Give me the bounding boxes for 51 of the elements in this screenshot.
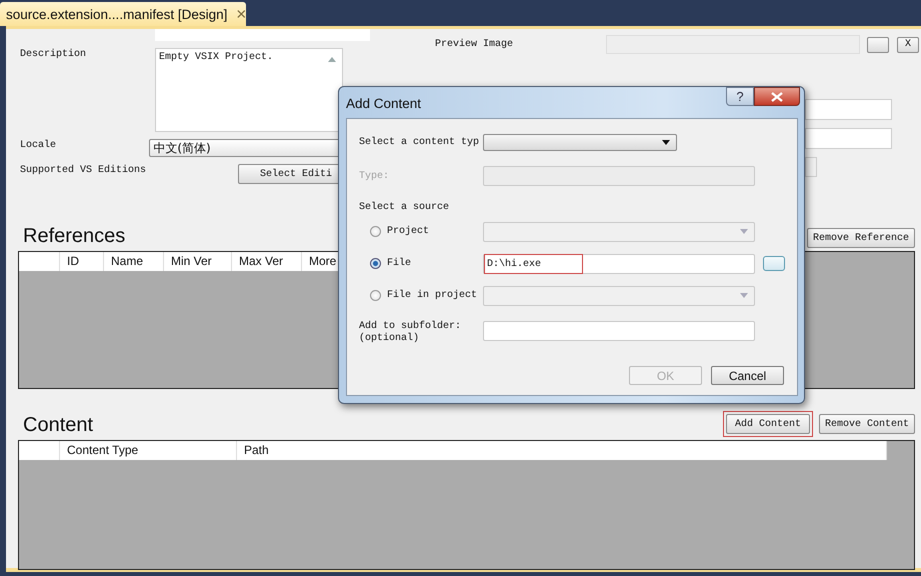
radio-button[interactable] <box>370 290 381 301</box>
content-heading: Content <box>23 413 94 437</box>
dropdown[interactable] <box>805 157 817 177</box>
locale-label: Locale <box>19 139 58 153</box>
remove-content-button[interactable]: Remove Content <box>818 414 915 434</box>
subfolder-label: Add to subfolder: (optional) <box>359 321 462 345</box>
dropdown-arrow-icon <box>740 229 748 234</box>
text-field[interactable] <box>805 99 892 120</box>
close-icon <box>771 92 783 102</box>
browse-button[interactable] <box>867 36 889 52</box>
file-path-text: D:\hi.exe <box>484 254 583 274</box>
radio-label: File <box>387 258 412 269</box>
source-label: Select a source <box>359 202 450 212</box>
column-header[interactable]: Path <box>237 441 887 460</box>
type-field[interactable] <box>483 166 755 186</box>
browse-button[interactable] <box>763 256 785 271</box>
version-field[interactable] <box>155 29 370 41</box>
close-button[interactable] <box>754 87 800 106</box>
subfolder-field[interactable] <box>483 321 755 341</box>
source-dropdown[interactable] <box>483 222 755 242</box>
type-label: Type: <box>359 170 390 182</box>
description-label: Description <box>19 48 88 62</box>
help-button[interactable]: ? <box>726 87 754 106</box>
radio-button[interactable] <box>370 226 381 237</box>
dropdown-arrow-icon <box>662 140 670 144</box>
close-icon[interactable] <box>237 9 246 19</box>
source-dropdown[interactable] <box>483 286 755 306</box>
clear-button[interactable]: X <box>897 36 919 52</box>
radio-label: Project <box>387 226 430 237</box>
preview-image-label: Preview Image <box>434 39 514 50</box>
remove-reference-button[interactable]: Remove Reference <box>806 228 915 248</box>
dialog-title: Add Content <box>346 96 422 111</box>
column-header[interactable]: Content Type <box>60 441 237 460</box>
column-header[interactable]: Max Ver <box>232 252 302 271</box>
description-field[interactable]: Empty VSIX Project. <box>155 48 343 132</box>
references-heading: References <box>23 224 126 248</box>
scroll-up-icon[interactable] <box>328 57 336 62</box>
column-header[interactable]: ID <box>60 252 104 271</box>
radio-label: File in project <box>387 290 478 301</box>
description-text: Empty VSIX Project. <box>159 52 274 63</box>
text-field[interactable] <box>805 128 892 149</box>
dropdown-arrow-icon <box>740 293 748 298</box>
cancel-button[interactable]: Cancel <box>711 366 784 385</box>
column-header[interactable]: Min Ver <box>164 252 232 271</box>
radio-button[interactable] <box>370 258 381 269</box>
editions-label: Supported VS Editions <box>19 164 148 178</box>
column-header[interactable]: Name <box>104 252 164 271</box>
file-path-field[interactable]: D:\hi.exe <box>483 254 755 274</box>
document-tab[interactable]: source.extension....manifest [Design] <box>0 2 246 26</box>
content-type-dropdown[interactable] <box>483 134 677 150</box>
add-content-button[interactable]: Add Content <box>726 414 810 434</box>
